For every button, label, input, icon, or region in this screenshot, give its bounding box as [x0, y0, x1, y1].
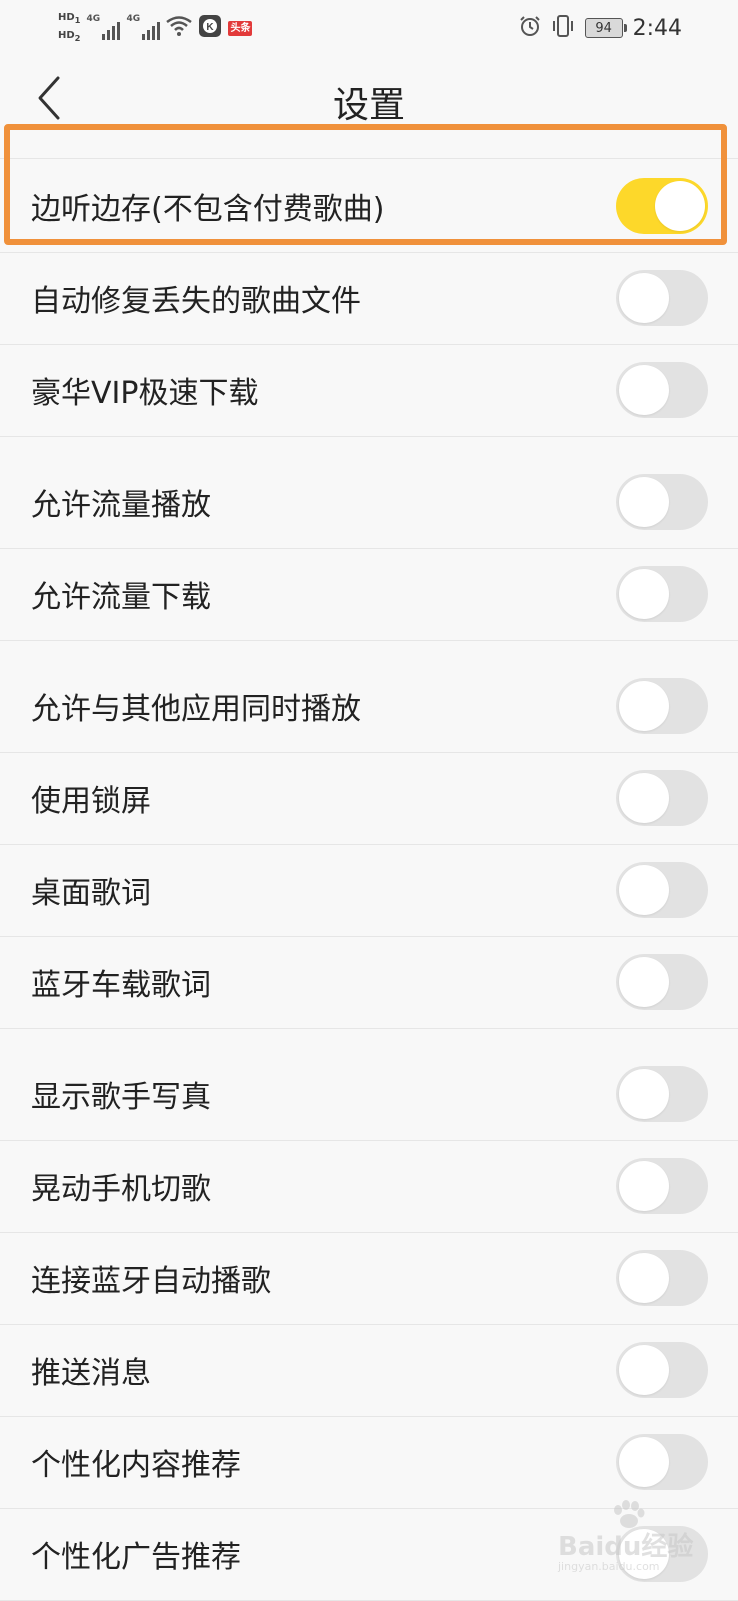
wifi-icon — [166, 16, 193, 40]
toggle-knob — [619, 569, 669, 619]
network-type-2: 4G — [126, 14, 141, 24]
setting-row-shake-to-switch[interactable]: 晃动手机切歌 — [0, 1140, 738, 1233]
setting-row-singer-photo[interactable]: 显示歌手写真 — [0, 1048, 738, 1141]
toggle-knob — [619, 865, 669, 915]
toggle-switch[interactable] — [616, 1066, 708, 1122]
setting-label: 晃动手机切歌 — [31, 1172, 211, 1207]
kugou-app-icon: K — [198, 14, 222, 42]
toggle-switch[interactable] — [616, 362, 708, 418]
status-bar-left: HD1 HD2 4G 4G K 头条 — [58, 6, 253, 50]
setting-row-mobile-data-download[interactable]: 允许流量下载 — [0, 548, 738, 641]
setting-label: 自动修复丢失的歌曲文件 — [31, 284, 361, 319]
top-divider — [0, 158, 738, 159]
setting-label: 显示歌手写真 — [31, 1080, 211, 1115]
hd-indicator-1: HD1 — [58, 12, 81, 25]
toggle-knob — [619, 957, 669, 1007]
setting-row-push-messages[interactable]: 推送消息 — [0, 1324, 738, 1417]
setting-label: 个性化广告推荐 — [31, 1540, 241, 1575]
toggle-switch[interactable] — [616, 954, 708, 1010]
setting-row-vip-fast-download[interactable]: 豪华VIP极速下载 — [0, 344, 738, 437]
toutiao-app-icon: 头条 — [228, 20, 253, 36]
setting-row-mix-with-other-apps[interactable]: 允许与其他应用同时播放 — [0, 660, 738, 753]
toggle-knob — [655, 181, 705, 231]
toggle-switch[interactable] — [616, 1434, 708, 1490]
toggle-switch[interactable] — [616, 1342, 708, 1398]
toggle-knob — [619, 1161, 669, 1211]
setting-row-auto-repair-songs[interactable]: 自动修复丢失的歌曲文件 — [0, 252, 738, 345]
toggle-knob — [619, 1437, 669, 1487]
toggle-switch[interactable] — [616, 178, 708, 234]
setting-label: 桌面歌词 — [31, 876, 151, 911]
toggle-switch[interactable] — [616, 770, 708, 826]
svg-text:K: K — [207, 22, 215, 33]
setting-label: 蓝牙车载歌词 — [31, 968, 211, 1003]
setting-row-desktop-lyrics[interactable]: 桌面歌词 — [0, 844, 738, 937]
toggle-knob — [619, 1069, 669, 1119]
status-bar-right: 94 2:44 — [519, 6, 682, 50]
status-bar: HD1 HD2 4G 4G K 头条 94 2:44 — [0, 0, 738, 56]
toggle-knob — [619, 773, 669, 823]
toggle-knob — [619, 1253, 669, 1303]
toggle-knob — [619, 365, 669, 415]
cell-signal-1-icon: 4G — [86, 14, 121, 42]
toggle-switch[interactable] — [616, 1250, 708, 1306]
setting-row-personalized-content[interactable]: 个性化内容推荐 — [0, 1416, 738, 1509]
cell-signal-2-icon: 4G — [126, 14, 161, 42]
setting-label: 允许与其他应用同时播放 — [31, 692, 361, 727]
page-title: 设置 — [332, 85, 405, 126]
toggle-switch[interactable] — [616, 566, 708, 622]
hd-indicators: HD1 HD2 — [58, 12, 80, 44]
setting-label: 边听边存(不包含付费歌曲) — [31, 192, 385, 227]
toggle-switch[interactable] — [616, 270, 708, 326]
watermark-text: Baidu经验 — [558, 1532, 694, 1562]
toggle-knob — [619, 477, 669, 527]
setting-label: 允许流量下载 — [31, 580, 211, 615]
setting-label: 个性化内容推荐 — [31, 1448, 241, 1483]
clock: 2:44 — [632, 15, 682, 41]
vibrate-icon — [551, 14, 575, 42]
setting-label: 使用锁屏 — [31, 784, 151, 819]
toggle-switch[interactable] — [616, 474, 708, 530]
setting-label: 推送消息 — [31, 1356, 151, 1391]
title-bar: 设置 — [0, 56, 738, 146]
toggle-switch[interactable] — [616, 1158, 708, 1214]
toggle-switch[interactable] — [616, 862, 708, 918]
toggle-knob — [619, 681, 669, 731]
setting-row-mobile-data-play[interactable]: 允许流量播放 — [0, 456, 738, 549]
setting-label: 连接蓝牙自动播歌 — [31, 1264, 271, 1299]
alarm-icon — [519, 15, 541, 41]
baidu-watermark: Baidu经验 jingyan.baidu.com — [558, 1500, 718, 1573]
network-type-1: 4G — [86, 14, 101, 24]
toggle-knob — [619, 1345, 669, 1395]
battery-indicator: 94 — [584, 18, 627, 38]
watermark-url: jingyan.baidu.com — [558, 1560, 660, 1573]
hd-indicator-2: HD2 — [58, 30, 81, 43]
setting-row-bluetooth-autoplay[interactable]: 连接蓝牙自动播歌 — [0, 1232, 738, 1325]
setting-label: 豪华VIP极速下载 — [31, 376, 259, 411]
setting-row-cache-while-listening[interactable]: 边听边存(不包含付费歌曲) — [0, 160, 738, 253]
setting-row-bluetooth-car-lyrics[interactable]: 蓝牙车载歌词 — [0, 936, 738, 1029]
setting-row-lock-screen[interactable]: 使用锁屏 — [0, 752, 738, 845]
toggle-switch[interactable] — [616, 678, 708, 734]
toggle-knob — [619, 273, 669, 323]
setting-label: 允许流量播放 — [31, 488, 211, 523]
